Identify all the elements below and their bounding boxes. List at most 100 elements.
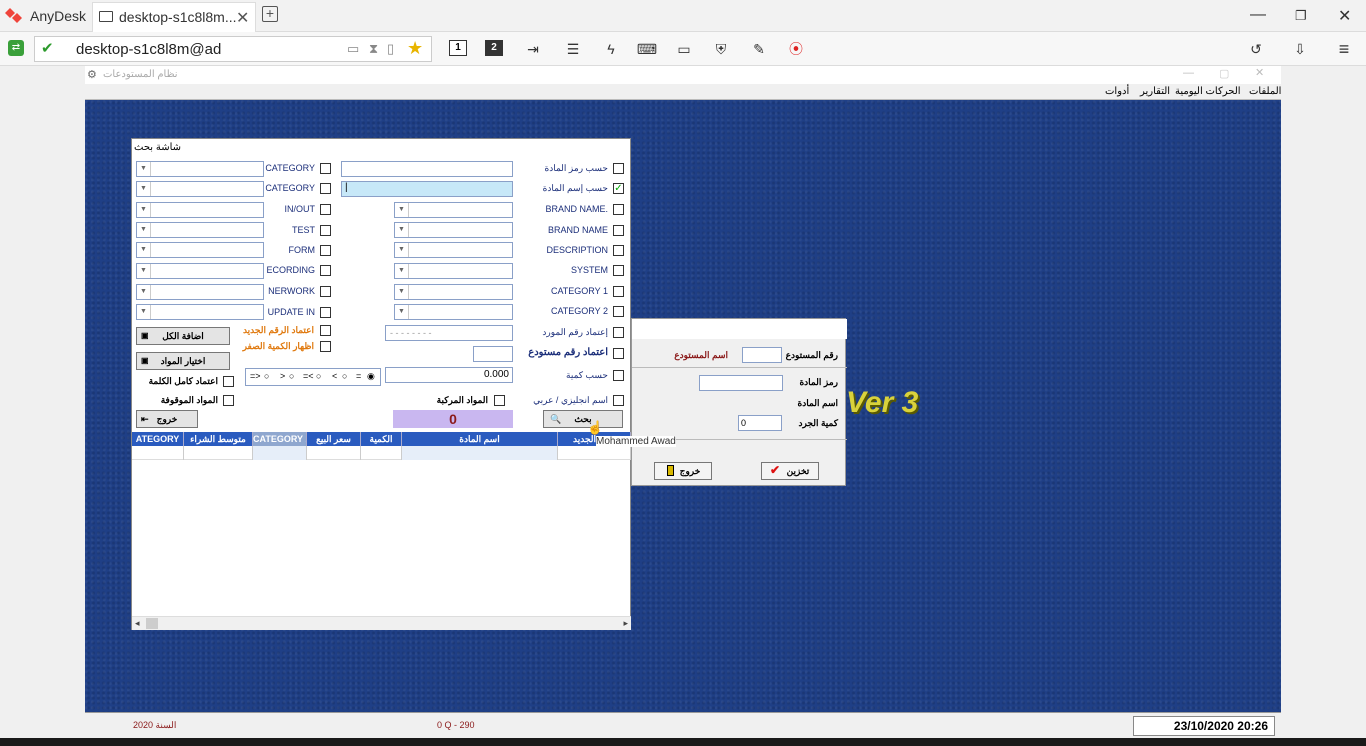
permissions-shield-icon[interactable]: ⛨ — [712, 38, 730, 60]
warehouse-number-checkbox[interactable] — [613, 348, 624, 359]
maximize-icon[interactable]: ❐ — [1295, 8, 1307, 24]
system-combo[interactable]: ▼ — [394, 263, 513, 279]
dropdown-arrow-icon[interactable]: ▼ — [137, 285, 151, 299]
category2-checkbox[interactable] — [613, 306, 624, 317]
description-combo[interactable]: ▼ — [394, 242, 513, 258]
select-items-button[interactable]: ▣ اختيار المواد — [136, 352, 230, 370]
history-icon[interactable]: ↺ — [1246, 38, 1266, 60]
network-combo[interactable]: ▼ — [136, 284, 264, 300]
adopt-new-number-checkbox[interactable] — [320, 325, 331, 336]
table-cell[interactable] — [402, 446, 558, 460]
table-cell[interactable] — [361, 446, 402, 460]
session-tab[interactable]: desktop-s1c8l8m... ✕ — [92, 2, 256, 32]
col-category1[interactable]: CATEGORY 1 — [253, 432, 307, 446]
show-zero-qty-checkbox[interactable] — [320, 341, 331, 352]
remote-minimize-icon[interactable]: — — [1183, 67, 1194, 79]
col-item-name[interactable]: اسم المادة — [402, 432, 558, 446]
table-cell[interactable] — [558, 446, 631, 460]
display-off-icon[interactable]: ▭ — [347, 41, 359, 57]
test-checkbox[interactable] — [320, 225, 331, 236]
supplier-number-input[interactable]: - - - - - - - - — [385, 325, 513, 341]
table-row[interactable] — [132, 446, 631, 460]
brand-name-1-combo[interactable]: ▼ — [394, 202, 513, 218]
entry-item-code-input[interactable] — [699, 375, 783, 391]
new-tab-icon[interactable]: + — [262, 6, 278, 22]
dropdown-arrow-icon[interactable]: ▼ — [395, 243, 409, 257]
system-checkbox[interactable] — [613, 265, 624, 276]
category-a-checkbox[interactable] — [320, 163, 331, 174]
menu-reports[interactable]: التقارير — [1140, 86, 1170, 97]
menu-tools[interactable]: أدوات — [1105, 86, 1129, 97]
menu-icon[interactable]: ≡ — [1334, 38, 1354, 60]
scroll-thumb[interactable] — [146, 618, 158, 629]
dropdown-arrow-icon[interactable]: ▼ — [395, 305, 409, 319]
brand-name-1-checkbox[interactable] — [613, 204, 624, 215]
by-item-code-checkbox[interactable] — [613, 163, 624, 174]
connection-status-icon[interactable]: ⇄ — [8, 40, 24, 56]
table-cell[interactable] — [253, 446, 307, 460]
minimize-icon[interactable]: — — [1250, 6, 1266, 24]
col-avg-purchase[interactable]: متوسط الشراء — [184, 432, 253, 446]
test-combo[interactable]: ▼ — [136, 222, 264, 238]
table-cell[interactable] — [184, 446, 253, 460]
table-cell[interactable] — [307, 446, 361, 460]
description-checkbox[interactable] — [613, 245, 624, 256]
dropdown-arrow-icon[interactable]: ▼ — [137, 305, 151, 319]
category1-combo[interactable]: ▼ — [394, 284, 513, 300]
form-checkbox[interactable] — [320, 245, 331, 256]
monitor-1-button[interactable]: 1 — [449, 40, 467, 56]
search-button[interactable]: 🔍 بحث — [543, 410, 623, 428]
chat-icon[interactable]: ☰ — [563, 38, 583, 60]
address-field[interactable]: ✔ desktop-s1c8l8m@ad ▭ ⧗ ▯ ★ — [34, 36, 432, 62]
in-out-checkbox[interactable] — [320, 204, 331, 215]
storage-icon[interactable]: ▯ — [387, 41, 394, 57]
category1-checkbox[interactable] — [613, 286, 624, 297]
close-window-icon[interactable]: ✕ — [1338, 6, 1351, 26]
close-tab-icon[interactable]: ✕ — [236, 8, 249, 28]
operator-lte-radio[interactable]: ○ — [316, 371, 321, 381]
form-combo[interactable]: ▼ — [136, 242, 264, 258]
recording-checkbox[interactable] — [320, 265, 331, 276]
monitor-2-button[interactable]: 2 — [485, 40, 503, 56]
dropdown-arrow-icon[interactable]: ▼ — [137, 182, 151, 196]
record-icon[interactable]: ⦿ — [786, 38, 806, 60]
file-transfer-icon[interactable]: ⇩ — [1290, 38, 1310, 60]
dropdown-arrow-icon[interactable]: ▼ — [137, 264, 151, 278]
inventory-qty-input[interactable]: 0 — [738, 415, 782, 431]
dropdown-arrow-icon[interactable]: ▼ — [395, 203, 409, 217]
item-code-input[interactable] — [341, 161, 513, 177]
by-quantity-checkbox[interactable] — [613, 370, 624, 381]
hourglass-icon[interactable]: ⧗ — [369, 41, 378, 57]
dropdown-arrow-icon[interactable]: ▼ — [395, 223, 409, 237]
operator-gte-radio[interactable]: ○ — [264, 371, 269, 381]
dropdown-arrow-icon[interactable]: ▼ — [395, 264, 409, 278]
switch-side-icon[interactable]: ⇥ — [524, 38, 542, 60]
table-cell[interactable] — [132, 446, 184, 460]
network-checkbox[interactable] — [320, 286, 331, 297]
category-b-combo[interactable]: ▼ — [136, 181, 264, 197]
english-arabic-checkbox[interactable] — [613, 395, 624, 406]
remote-close-icon[interactable]: ✕ — [1255, 66, 1264, 79]
add-all-button[interactable]: ▣ اضافة الكل — [136, 327, 230, 345]
operator-lt-radio[interactable]: ○ — [342, 371, 347, 381]
entry-exit-button[interactable]: خروج — [654, 462, 712, 480]
warehouse-number-input[interactable] — [473, 346, 513, 362]
scroll-right-icon[interactable]: ▸ — [623, 618, 628, 629]
whiteboard-pen-icon[interactable]: ✎ — [750, 38, 768, 60]
update-in-combo[interactable]: ▼ — [136, 304, 264, 320]
col-category[interactable]: ATEGORY — [132, 432, 184, 446]
dropdown-arrow-icon[interactable]: ▼ — [395, 285, 409, 299]
keyboard-icon[interactable]: ⌨ — [636, 38, 658, 60]
item-name-input[interactable]: | — [341, 181, 513, 197]
exit-button[interactable]: ⇤ خروج — [136, 410, 198, 428]
operator-eq-radio[interactable]: ◉ — [367, 371, 375, 382]
frozen-items-checkbox[interactable] — [223, 395, 234, 406]
scroll-left-icon[interactable]: ◂ — [135, 618, 140, 629]
col-quantity[interactable]: الكمية — [361, 432, 402, 446]
favorite-star-icon[interactable]: ★ — [407, 38, 423, 59]
remote-maximize-icon[interactable]: ▢ — [1219, 67, 1229, 80]
dropdown-arrow-icon[interactable]: ▼ — [137, 223, 151, 237]
category2-combo[interactable]: ▼ — [394, 304, 513, 320]
dropdown-arrow-icon[interactable]: ▼ — [137, 203, 151, 217]
operator-gt-radio[interactable]: ○ — [289, 371, 294, 381]
